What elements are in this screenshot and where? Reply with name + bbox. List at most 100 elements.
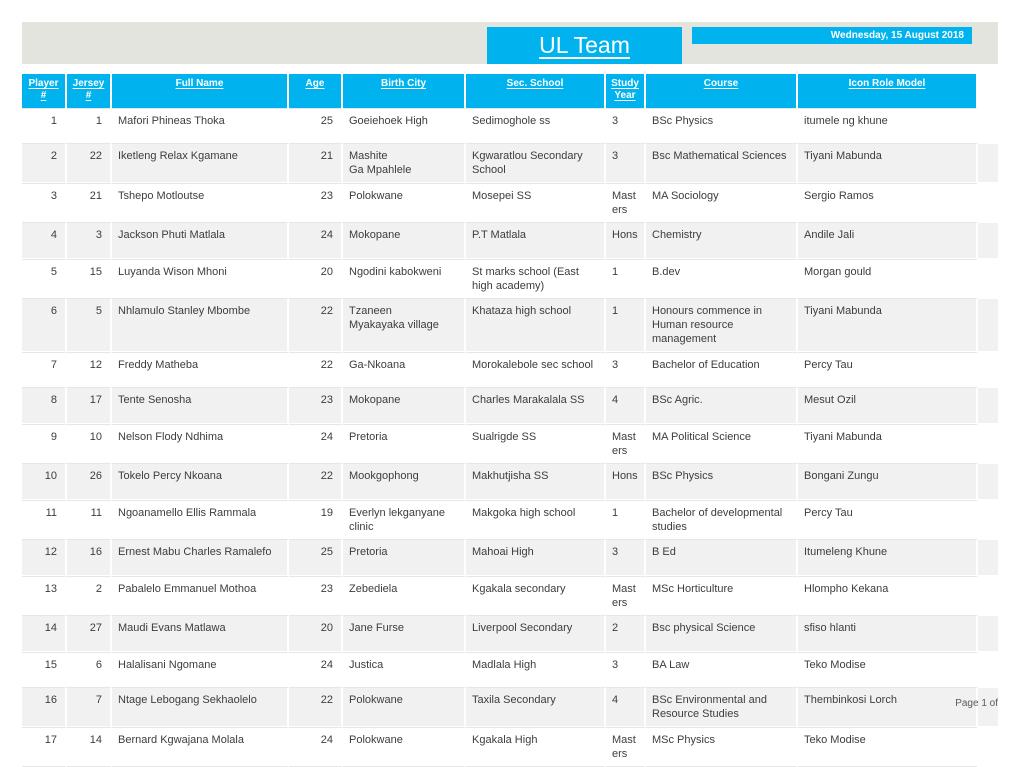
column-header-course[interactable]: Course xyxy=(646,74,798,108)
cell-name: Pabalelo Emmanuel Mothoa xyxy=(112,576,289,616)
cell-jersey: 5 xyxy=(67,299,112,352)
cell-course: B.dev xyxy=(646,259,798,299)
cell-name: Tente Senosha xyxy=(112,388,289,424)
cell-year: 3 xyxy=(606,652,646,688)
table-row[interactable]: 11 11 Ngoanamello Ellis Rammala 19 Everlyn l… xyxy=(22,500,998,540)
cell-course: B Ed xyxy=(646,540,798,576)
cell-school: Taxila Secondary xyxy=(466,688,606,727)
cell-year: 3 xyxy=(606,144,646,183)
cell-jersey: 3 xyxy=(67,223,112,259)
cell-spacer xyxy=(978,500,998,540)
table-row[interactable]: 14 27 Maudi Evans Matlawa 20 Jane Furse Liver… xyxy=(22,616,998,652)
cell-icon: Bongani Zungu xyxy=(798,464,978,500)
cell-spacer xyxy=(978,299,998,352)
cell-year: Masters xyxy=(606,424,646,464)
cell-icon: Teko Modise xyxy=(798,727,978,767)
table-row[interactable]: 17 14 Bernard Kgwajana Molala 24 Polokwane Kg… xyxy=(22,727,998,767)
column-header-label: # xyxy=(85,90,92,101)
cell-school: P.T Matlala xyxy=(466,223,606,259)
cell-city: Zebediela xyxy=(343,576,466,616)
cell-name: Jackson Phuti Matlala xyxy=(112,223,289,259)
cell-age: 22 xyxy=(289,299,343,352)
cell-year: Masters xyxy=(606,727,646,767)
cell-year: 2 xyxy=(606,616,646,652)
cell-spacer xyxy=(978,223,998,259)
column-header-school[interactable]: Sec. School xyxy=(466,74,606,108)
cell-course: Chemistry xyxy=(646,223,798,259)
cell-player: 8 xyxy=(22,388,67,424)
column-header-name[interactable]: Full Name xyxy=(112,74,289,108)
cell-icon: Tiyani Mabunda xyxy=(798,144,978,183)
column-header-label: Icon Role Model xyxy=(848,78,926,89)
table-row[interactable]: 13 2 Pabalelo Emmanuel Mothoa 23 Zebediela Kg… xyxy=(22,576,998,616)
cell-name: Tokelo Percy Nkoana xyxy=(112,464,289,500)
cell-school: Kgakala High xyxy=(466,727,606,767)
cell-icon: Percy Tau xyxy=(798,500,978,540)
cell-city: Pretoria xyxy=(343,424,466,464)
cell-jersey: 27 xyxy=(67,616,112,652)
cell-player: 4 xyxy=(22,223,67,259)
column-header-label: Study xyxy=(611,78,639,89)
cell-jersey: 21 xyxy=(67,183,112,223)
table-row[interactable]: 15 6 Halalisani Ngomane 24 Justica Madlala Hi… xyxy=(22,652,998,688)
table-row[interactable]: 6 5 Nhlamulo Stanley Mbombe 22 Tzaneen Myaka… xyxy=(22,299,998,352)
column-header-label: Player xyxy=(28,78,59,89)
report-date-label: Wednesday, 15 August 2018 xyxy=(830,30,964,41)
table-row[interactable]: 5 15 Luyanda Wison Mhoni 20 Ngodini kabokwen… xyxy=(22,259,998,299)
cell-name: Halalisani Ngomane xyxy=(112,652,289,688)
table-row[interactable]: 9 10 Nelson Flody Ndhima 24 Pretoria Sualrigd… xyxy=(22,424,998,464)
cell-player: 5 xyxy=(22,259,67,299)
cell-player: 14 xyxy=(22,616,67,652)
cell-jersey: 6 xyxy=(67,652,112,688)
table-row[interactable]: 3 21 Tshepo Motloutse 23 Polokwane Mosepei SS… xyxy=(22,183,998,223)
cell-icon: itumele ng khune xyxy=(798,108,978,144)
table-row[interactable]: 4 3 Jackson Phuti Matlala 24 Mokopane P.T Mat… xyxy=(22,223,998,259)
cell-player: 1 xyxy=(22,108,67,144)
cell-name: Luyanda Wison Mhoni xyxy=(112,259,289,299)
column-header-player[interactable]: Player # xyxy=(22,74,67,108)
cell-city: Mashite Ga Mpahlele xyxy=(343,144,466,183)
cell-year: 3 xyxy=(606,108,646,144)
cell-age: 22 xyxy=(289,352,343,388)
cell-icon: Tiyani Mabunda xyxy=(798,424,978,464)
cell-icon: Andile Jali xyxy=(798,223,978,259)
cell-school: Liverpool Secondary xyxy=(466,616,606,652)
table-row[interactable]: 10 26 Tokelo Percy Nkoana 22 Mookgophong Makh… xyxy=(22,464,998,500)
column-header-icon[interactable]: Icon Role Model xyxy=(798,74,978,108)
column-header-jersey[interactable]: Jersey # xyxy=(67,74,112,108)
column-header-year[interactable]: Study Year xyxy=(606,74,646,108)
cell-course: BSc Agric. xyxy=(646,388,798,424)
cell-player: 12 xyxy=(22,540,67,576)
report-date-badge: Wednesday, 15 August 2018 xyxy=(692,27,972,44)
cell-age: 23 xyxy=(289,388,343,424)
column-header-label: Course xyxy=(703,78,739,89)
table-row[interactable]: 2 22 Iketleng Relax Kgamane 21 Mashite Ga Mp… xyxy=(22,144,998,183)
table-row[interactable]: 7 12 Freddy Matheba 22 Ga-Nkoana Morokalebole… xyxy=(22,352,998,388)
cell-name: Mafori Phineas Thoka xyxy=(112,108,289,144)
cell-city: Tzaneen Myakayaka village xyxy=(343,299,466,352)
table-row[interactable]: 1 1 Mafori Phineas Thoka 25 Goeiehoek High Se… xyxy=(22,108,998,144)
column-header-label: Year xyxy=(614,90,636,101)
cell-name: Iketleng Relax Kgamane xyxy=(112,144,289,183)
cell-school: Sualrigde SS xyxy=(466,424,606,464)
table-row[interactable]: 12 16 Ernest Mabu Charles Ramalefo 25 Pretor… xyxy=(22,540,998,576)
cell-jersey: 22 xyxy=(67,144,112,183)
column-header-age[interactable]: Age xyxy=(289,74,343,108)
cell-player: 9 xyxy=(22,424,67,464)
cell-name: Nelson Flody Ndhima xyxy=(112,424,289,464)
cell-city: Ga-Nkoana xyxy=(343,352,466,388)
column-header-spacer xyxy=(978,74,998,108)
table-row[interactable]: 16 7 Ntage Lebogang Sekhaolelo 22 Polokwane T… xyxy=(22,688,998,727)
cell-year: 1 xyxy=(606,299,646,352)
cell-course: Bachelor of developmental studies xyxy=(646,500,798,540)
table-row[interactable]: 8 17 Tente Senosha 23 Mokopane Charles Maraka… xyxy=(22,388,998,424)
column-header-city[interactable]: Birth City xyxy=(343,74,466,108)
table-header-row: Player # Jersey # Full Name Age Birth City Sec.… xyxy=(22,74,998,108)
cell-school: Sedimoghole ss xyxy=(466,108,606,144)
cell-city: Polokwane xyxy=(343,688,466,727)
cell-school: Kgakala secondary xyxy=(466,576,606,616)
cell-icon: Mesut Ozil xyxy=(798,388,978,424)
cell-name: Tshepo Motloutse xyxy=(112,183,289,223)
cell-jersey: 1 xyxy=(67,108,112,144)
cell-course: MA Political Science xyxy=(646,424,798,464)
